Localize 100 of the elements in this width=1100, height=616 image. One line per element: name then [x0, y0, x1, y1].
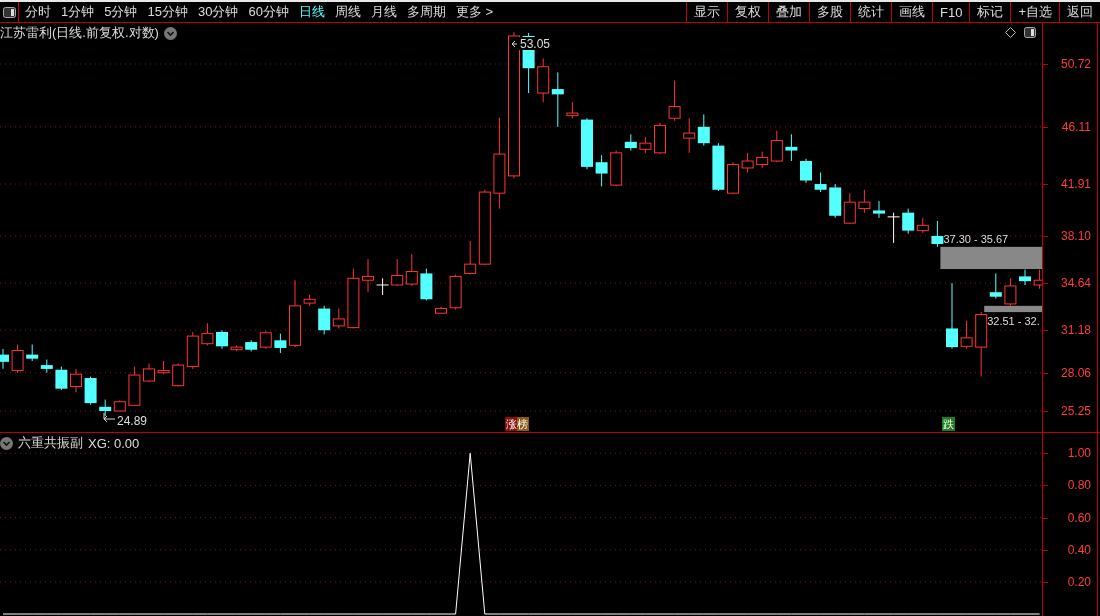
candle	[566, 101, 579, 119]
price-axis-label: 25.25	[1060, 404, 1091, 418]
candle	[70, 368, 82, 393]
toolbar-button[interactable]: 叠加	[768, 2, 809, 22]
dropdown-icon[interactable]	[163, 26, 177, 40]
toolbar-button[interactable]: F10	[932, 2, 970, 22]
leader-line	[103, 412, 116, 423]
toolbar-button[interactable]: 标记	[969, 2, 1011, 22]
candle	[814, 171, 827, 193]
candle	[727, 161, 739, 195]
candle	[84, 376, 97, 406]
candle	[289, 279, 301, 348]
candle	[668, 80, 681, 122]
period-tab[interactable]: 1分钟	[61, 3, 95, 21]
candle	[26, 344, 39, 362]
candle	[595, 154, 608, 187]
period-tab[interactable]: 15分钟	[147, 3, 188, 21]
toolbar-button[interactable]: 统计	[850, 2, 891, 22]
candle	[989, 272, 1002, 299]
price-axis-label: 38.10	[1060, 228, 1091, 243]
toolbar-button[interactable]: 返回	[1059, 2, 1100, 22]
value-axis-label: 0.60	[1067, 510, 1091, 525]
candle	[55, 366, 68, 391]
toolbar-button[interactable]: 画线	[891, 2, 932, 22]
candle	[1019, 269, 1031, 286]
toolbar-button[interactable]: 显示	[686, 2, 727, 22]
candle	[362, 258, 374, 293]
candle	[230, 344, 243, 352]
candle	[40, 359, 53, 374]
candle	[946, 282, 958, 350]
period-tab[interactable]: 更多 >	[455, 3, 494, 21]
candle	[873, 200, 885, 219]
candle	[960, 320, 973, 350]
period-tab[interactable]: 日线	[298, 3, 325, 21]
candle	[0, 348, 9, 370]
toolbar-button[interactable]: +自选	[1010, 2, 1059, 22]
toolbar-button[interactable]: 复权	[727, 2, 768, 22]
period-tab[interactable]: 5分钟	[104, 3, 138, 21]
candle	[128, 366, 141, 407]
candle	[405, 253, 418, 287]
panel-toggle-icon[interactable]	[2, 6, 16, 18]
value-axis-label: 0.40	[1067, 542, 1091, 557]
value-axis-label: 0.80	[1067, 478, 1091, 493]
candle	[843, 192, 856, 225]
period-tab[interactable]: 60分钟	[248, 3, 289, 21]
candle	[654, 122, 666, 155]
period-tab[interactable]: 多周期	[406, 3, 446, 21]
candle	[143, 363, 155, 383]
value-axis-label: 1.00	[1067, 446, 1091, 461]
candle	[420, 268, 433, 301]
signal-badge: 跌	[942, 417, 955, 431]
price-axis-label: 28.06	[1060, 365, 1091, 380]
period-tab[interactable]: 月线	[370, 3, 397, 21]
price-axis-label: 50.72	[1060, 57, 1091, 71]
period-tab[interactable]: 30分钟	[197, 3, 239, 21]
candle	[858, 189, 871, 214]
candle	[931, 220, 944, 248]
candle	[347, 268, 360, 329]
low-price-label: 24.89	[117, 414, 148, 428]
candle	[11, 344, 24, 374]
candle	[785, 133, 798, 162]
candle	[537, 57, 550, 103]
diamond-icon[interactable]	[1005, 27, 1016, 38]
candle	[581, 117, 593, 170]
candle	[99, 399, 112, 417]
candle	[1033, 269, 1043, 290]
candle	[697, 113, 710, 147]
signal-badge: 涨榜	[505, 417, 529, 431]
candle	[800, 158, 812, 184]
candle	[274, 333, 287, 354]
price-axis-label: 41.91	[1060, 177, 1091, 192]
period-tab[interactable]: 周线	[334, 3, 361, 21]
high-price-label: 53.05	[520, 37, 551, 51]
candle	[712, 142, 725, 192]
candle	[303, 294, 316, 307]
candle	[201, 322, 214, 346]
stock-title: 江苏雷利(日线.前复权.对数)	[0, 24, 159, 42]
panel-toggle-icon[interactable]	[1024, 27, 1036, 38]
candle	[829, 183, 842, 219]
candle	[887, 212, 901, 244]
candle	[1004, 277, 1017, 307]
leader-line	[511, 40, 518, 48]
candle	[113, 399, 126, 413]
candle	[639, 136, 652, 154]
candle	[683, 117, 696, 154]
dropdown-icon[interactable]	[0, 436, 13, 450]
candle	[435, 306, 447, 315]
period-tab[interactable]: 分时	[25, 3, 51, 21]
indicator-reading: XG: 0.00	[88, 435, 140, 451]
candle	[975, 311, 988, 378]
indicator-title: 六重共振副	[18, 434, 83, 452]
price-axis-label: 46.11	[1061, 119, 1091, 134]
candle	[551, 71, 564, 128]
candle	[332, 308, 345, 329]
candle	[449, 274, 462, 310]
price-axis-label: 31.18	[1060, 323, 1091, 338]
toolbar-button[interactable]: 多股	[809, 2, 850, 22]
candle	[157, 360, 170, 375]
gap-range-label: 32.51 - 32.	[987, 315, 1040, 328]
price-axis-label: 34.64	[1060, 276, 1091, 291]
